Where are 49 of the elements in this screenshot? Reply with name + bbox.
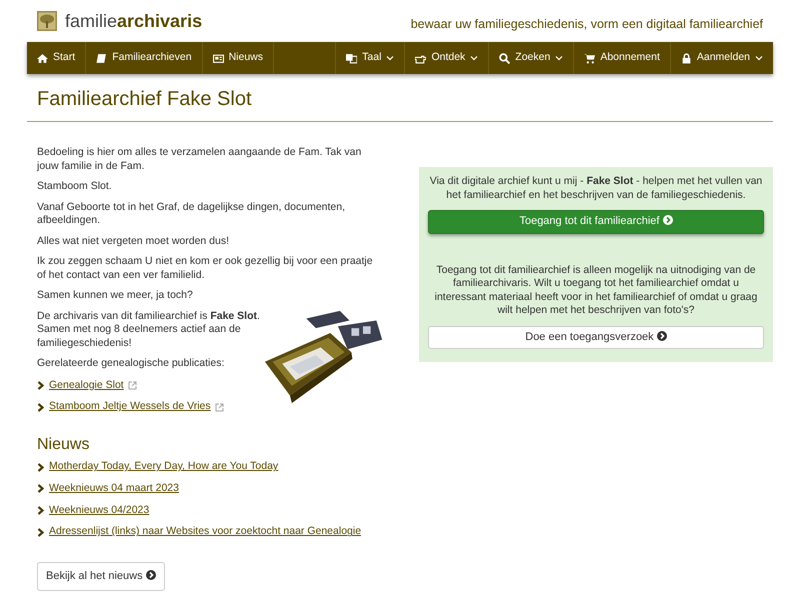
chevron-icon bbox=[37, 380, 45, 390]
news-link[interactable]: Motherday Today, Every Day, How are You Today bbox=[49, 459, 278, 475]
nav-item[interactable]: Ontdek bbox=[404, 42, 488, 74]
paragraph: Samen kunnen we meer, ja toch? bbox=[37, 289, 194, 302]
view-all-news-button[interactable]: Bekijk al het nieuws bbox=[37, 562, 165, 591]
paragraph: Stamboom Slot. bbox=[37, 180, 113, 194]
access-button[interactable]: Toegang tot dit familiearchief bbox=[428, 210, 764, 234]
paragraph: De archivaris van dit familiearchief is Fake Slot. Samen met nog 8 deelnemers actief aan de familiegeschiedenis! bbox=[37, 310, 261, 350]
arrow-circle-icon bbox=[662, 215, 673, 225]
nav-item[interactable]: Start bbox=[27, 42, 86, 74]
chevron-icon bbox=[37, 528, 45, 537]
cart-icon bbox=[584, 52, 596, 64]
publication-link[interactable]: Stamboom Jeltje Wessels de Vries bbox=[49, 399, 211, 415]
paragraph: Ik zou zeggen schaam U niet en kom er ook gezellig bij voor een praatje of het contact van een ver familielid. bbox=[37, 255, 374, 282]
nav-item[interactable]: Aanmelden bbox=[670, 42, 773, 74]
paragraph: Via dit digitale archief kunt u mij - Fake Slot - helpen met het vullen van het familiearchief en het beschrijven van de familiegeschiedenis. bbox=[428, 175, 764, 202]
external-link-icon bbox=[128, 380, 137, 390]
access-request-button[interactable]: Doe een toegangsverzoek bbox=[428, 326, 764, 349]
nav-item[interactable]: Zoeken bbox=[488, 42, 574, 74]
news-link[interactable]: Weeknieuws 04 maart 2023 bbox=[49, 480, 179, 497]
nav-item[interactable]: Familiearchieven bbox=[86, 42, 203, 74]
chevron-icon bbox=[37, 484, 45, 494]
translate-icon bbox=[346, 52, 358, 64]
home-icon bbox=[37, 52, 48, 64]
chevron-icon bbox=[37, 462, 45, 472]
paragraph: Toegang tot dit familiearchief is alleen mogelijk na uitnodiging van de familiearchivaris. Wilt u toegang tot het familiearchief omdat u interessant materiaal heeft voor in het familiearchief of omdat u graag wilt helpen met het beschrijven van foto's? bbox=[434, 264, 758, 318]
paragraph: Gerelateerde genealogische publicaties: bbox=[37, 357, 226, 370]
paragraph: Alles wat niet vergeten moet worden dus! bbox=[37, 234, 230, 248]
chevron-icon bbox=[37, 402, 45, 412]
news-link[interactable]: Weeknieuws 04/2023 bbox=[49, 502, 150, 518]
news-link[interactable]: Adressenlijst (links) naar Websites voor zoektocht naar Genealogie bbox=[49, 524, 362, 540]
nav-item[interactable]: Nieuws bbox=[202, 42, 274, 74]
nav-item[interactable]: Abonnement bbox=[573, 42, 670, 74]
newspaper-icon bbox=[212, 52, 224, 64]
external-link-icon bbox=[214, 402, 224, 412]
tree-logo-icon bbox=[37, 11, 57, 31]
lock-icon bbox=[680, 52, 692, 64]
paragraph: Bedoeling is hier om alles te verzamelen aangaande de Fam. Tak van jouw familie in de Fam. bbox=[37, 146, 362, 173]
nav-item[interactable]: Taal bbox=[335, 42, 404, 74]
arrow-circle-icon bbox=[656, 330, 667, 340]
page-title: Familiearchief Fake Slot bbox=[27, 74, 773, 122]
paragraph: Vanaf Geboorte tot in het Graf, de dagelijkse dingen, documenten, afbeeldingen. bbox=[37, 200, 346, 228]
chevron-icon bbox=[37, 506, 45, 516]
section-heading: Nieuws bbox=[37, 435, 90, 454]
logo-text[interactable]: familiearchivaris bbox=[65, 8, 202, 34]
search-icon bbox=[499, 52, 510, 64]
arrow-circle-icon bbox=[146, 570, 156, 580]
tagline: bewaar uw familiegeschiedenis, vorm een digitaal familiearchief bbox=[410, 16, 763, 33]
publication-link[interactable]: Genealogie Slot bbox=[49, 378, 124, 394]
